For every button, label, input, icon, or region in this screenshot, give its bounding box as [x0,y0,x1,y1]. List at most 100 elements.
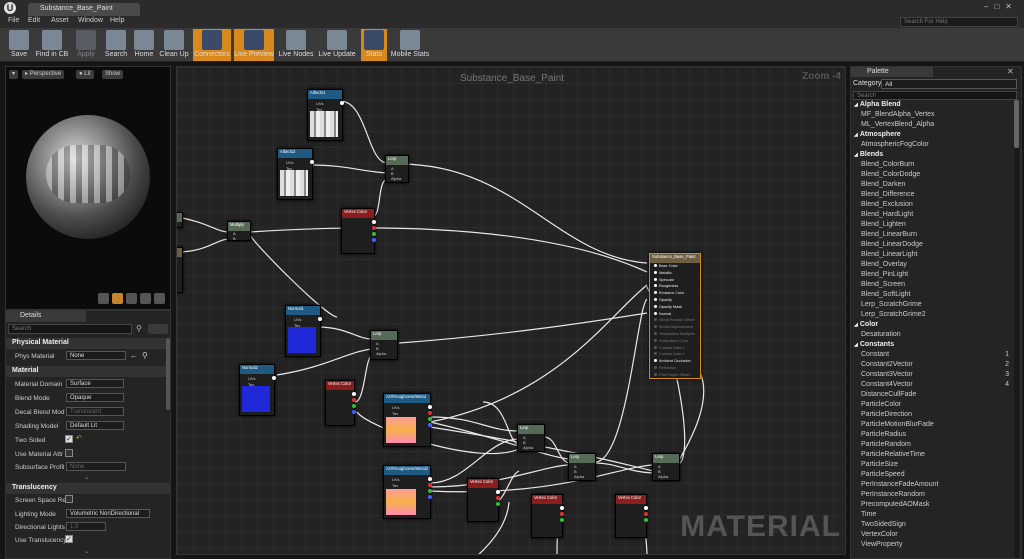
palette-item[interactable]: Lerp_ScratchGrime2 [851,310,1013,320]
green-pin[interactable] [372,232,376,236]
tex-pin[interactable]: Tex [392,483,398,488]
output-pin[interactable] [496,490,500,494]
translucency-section[interactable]: Translucency [6,483,170,494]
output-node-pin[interactable]: Emissive Color [654,291,684,295]
output-pin[interactable] [372,220,376,224]
connectors-button[interactable]: Connectors [193,29,231,61]
uvs-pin[interactable]: UVs [392,477,400,482]
scrollbar-thumb[interactable] [1014,100,1019,148]
vertex-color-node[interactable]: Vertex Color [531,494,564,538]
palette-item[interactable]: Blend_Overlay [851,260,1013,270]
vertex-color-node[interactable]: Vertex Color [467,478,500,522]
document-tab[interactable]: Substance_Base_Paint [28,3,140,16]
live-update-button[interactable]: Live Update [317,29,357,61]
vertex-color-node[interactable]: Vertex Color [325,380,356,426]
output-pin[interactable] [318,317,322,321]
viewport-menu-icon[interactable]: ▾ [9,70,19,79]
cube-icon[interactable] [140,293,151,304]
output-node-pin[interactable]: Custom Data 1 [654,352,684,356]
alpha-pin[interactable]: Alpha [574,474,584,479]
green-pin[interactable] [496,502,500,506]
b-pin[interactable]: B [233,236,236,241]
palette-item[interactable]: ParticleRelativeTime [851,450,1013,460]
browse-icon[interactable]: ⚲ [142,351,148,360]
uvs-pin[interactable]: UVs [286,160,294,165]
green-pin[interactable] [560,518,564,522]
uvs-pin[interactable]: UVs [392,405,400,410]
sphere-icon[interactable] [112,293,123,304]
use-selected-icon[interactable]: ← [130,351,138,360]
blue-pin[interactable] [372,238,376,242]
green-pin[interactable] [352,404,356,408]
two-sided-checkbox[interactable]: ✓ [65,435,73,443]
stats-button[interactable]: Stats [361,29,387,61]
uvs-pin[interactable]: UVs [294,317,302,322]
mobile-stats-button[interactable]: Mobile Stats [390,29,430,61]
reset-icon[interactable]: ↶ [76,434,82,442]
material-domain-dropdown[interactable]: Surface [66,379,124,388]
lerp-node[interactable]: Lerp A B Alpha [652,453,680,481]
phys-material-dropdown[interactable]: None [66,351,126,360]
use-material-attr-checkbox[interactable] [65,449,73,457]
palette-item[interactable]: Blend_Screen [851,280,1013,290]
clean-up-button[interactable]: Clean Up [158,29,190,61]
palette-item[interactable]: Blend_SoftLight [851,290,1013,300]
palette-item[interactable]: Blend_Darken [851,180,1013,190]
find-in-cb-button[interactable]: Find in CB [34,29,70,61]
palette-item[interactable]: VertexColor [851,530,1013,540]
palette-item[interactable]: ViewProperty [851,540,1013,550]
palette-item[interactable]: Constant2Vector 2 [851,360,1013,370]
output-node-pin[interactable]: Pixel Depth Offset [654,372,690,377]
normal1-texture-node[interactable]: Normal1 UVs Tex [285,305,322,357]
red-pin[interactable] [372,226,376,230]
palette-item[interactable]: Blend_Exclusion [851,200,1013,210]
offscreen-node[interactable] [177,212,183,228]
lerp-node[interactable]: Lerp A B Alpha [517,424,545,452]
screen-space-checkbox[interactable] [65,495,73,503]
alpha-pin[interactable]: Alpha [376,351,386,356]
teapot-icon[interactable] [154,293,165,304]
details-search-input[interactable]: Search [8,324,132,334]
expand-chevron-icon[interactable]: ⌄ [84,473,90,481]
palette-item[interactable]: ParticleSize [851,460,1013,470]
search-help-input[interactable]: Search For Help [900,17,1018,27]
blue-pin[interactable] [352,410,356,414]
palette-item[interactable]: ParticleMotionBlurFade [851,420,1013,430]
output-pin[interactable] [352,392,356,396]
green-pin[interactable] [428,417,432,421]
palette-item[interactable]: Blend_PinLight [851,270,1013,280]
blend-mode-dropdown[interactable]: Opaque [66,393,124,402]
output-node-pin[interactable]: Custom Data 0 [654,345,684,350]
alpha-pin[interactable]: Alpha [658,474,668,479]
lerp-node[interactable]: Lerp A B Alpha [370,330,398,360]
close-icon[interactable]: ✕ [1005,2,1018,11]
palette-search-input[interactable]: Search [853,91,1017,100]
alpha-pin[interactable]: Alpha [523,445,533,450]
blue-pin[interactable] [428,495,432,499]
output-node-pin[interactable]: Opacity [654,298,672,302]
ao-roughness-metal2-node[interactable]: AO/Roughness/Metal2 UVs Tex [383,465,432,519]
vertex-color-node[interactable]: Vertex Color [615,494,648,538]
output-pin[interactable] [272,376,276,380]
cylinder-icon[interactable] [98,293,109,304]
alpha-pin[interactable]: Alpha [391,176,401,181]
decal-blend-dropdown[interactable]: Translucent [66,407,124,416]
material-graph-canvas[interactable]: Substance_Base_Paint Zoom -4 MATERIAL Al… [176,66,846,555]
live-nodes-button[interactable]: Live Nodes [278,29,314,61]
palette-item[interactable]: Constant 1 [851,350,1013,360]
lerp-node[interactable]: Lerp A B Alpha [385,155,409,183]
red-pin[interactable] [644,512,648,516]
lighting-mode-dropdown[interactable]: Volumetric NonDirectional [66,509,150,518]
output-node-pin[interactable]: Specular [654,277,674,282]
palette-item[interactable]: ParticleSpeed [851,470,1013,480]
lit-button[interactable]: ● Lit [76,70,94,79]
use-translucency-checkbox[interactable]: ✓ [65,535,73,543]
albedo2-texture-node[interactable]: Albedo2 UVs Tex [277,148,314,200]
palette-item[interactable]: Lerp_ScratchGrime [851,300,1013,310]
palette-item[interactable]: ML_VertexBlend_Alpha [851,120,1013,130]
palette-item[interactable]: PerInstanceFadeAmount [851,480,1013,490]
ao-roughness-metal-node[interactable]: AO/Roughness/Metal UVs Tex [383,393,432,447]
view-options-icon[interactable] [148,324,168,334]
palette-item[interactable]: TwoSidedSign [851,520,1013,530]
material-section[interactable]: Material [6,366,170,377]
